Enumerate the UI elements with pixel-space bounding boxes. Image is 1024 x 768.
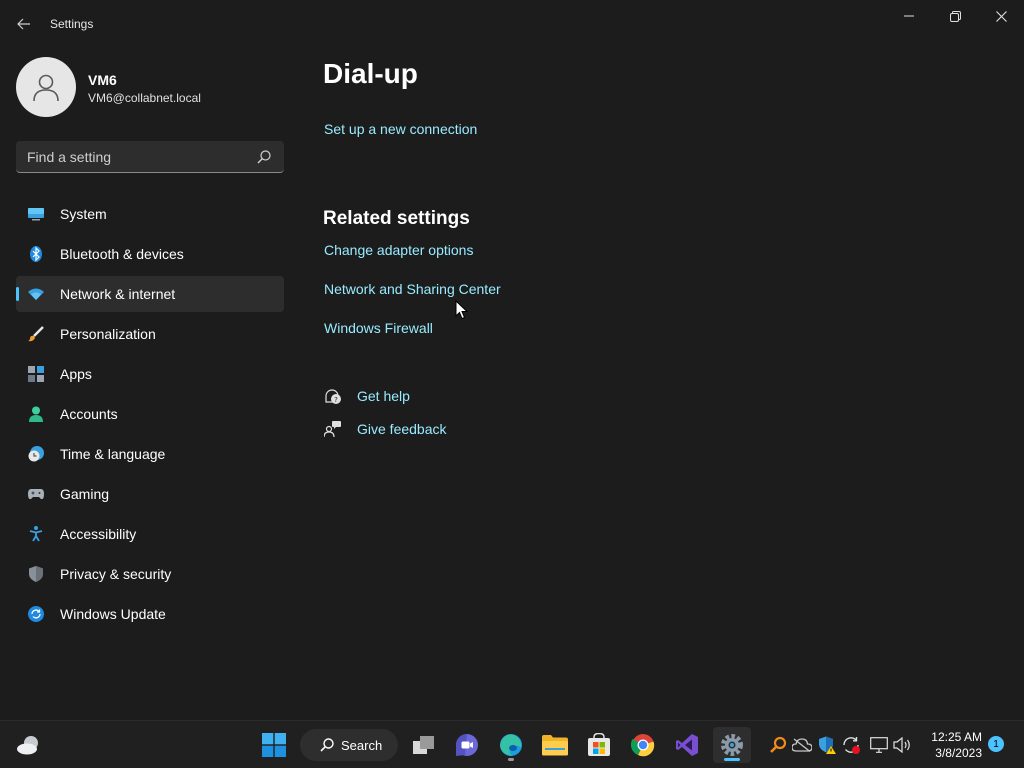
give-feedback-link[interactable]: Give feedback [323, 419, 447, 439]
security-icon [819, 736, 836, 754]
update-icon [28, 606, 44, 622]
minimize-button[interactable] [886, 0, 932, 32]
settings-icon [721, 734, 743, 756]
app-title: Settings [50, 17, 94, 31]
onedrive-tray[interactable] [792, 735, 812, 755]
get-help-link[interactable]: ? Get help [323, 386, 410, 406]
restore-icon [949, 10, 961, 22]
taskbar-search-button[interactable]: Search [300, 729, 398, 761]
mouse-cursor-icon [455, 300, 469, 320]
sync-icon [843, 737, 860, 754]
settings-button[interactable] [713, 727, 751, 763]
weather-widget[interactable] [12, 727, 46, 763]
visual-studio-button[interactable] [669, 727, 705, 763]
teams-chat-icon [456, 734, 478, 756]
volume-tray[interactable] [893, 735, 913, 755]
task-view-icon [413, 736, 434, 754]
sidebar-item-network[interactable]: Network & internet [16, 276, 284, 312]
windows-firewall-link[interactable]: Windows Firewall [324, 320, 433, 336]
restore-button[interactable] [932, 0, 978, 32]
clock-globe-icon [28, 446, 44, 462]
user-icon [33, 74, 59, 102]
help-chat-icon: ? [323, 386, 343, 406]
sidebar-item-system[interactable]: System [16, 196, 284, 232]
accessibility-icon [28, 526, 44, 542]
close-icon [995, 10, 1007, 22]
store-icon [588, 733, 610, 756]
feedback-icon [323, 419, 343, 439]
sidebar-item-gaming[interactable]: Gaming [16, 476, 284, 512]
sync-tray[interactable] [841, 735, 861, 755]
search-icon [320, 738, 334, 752]
bluetooth-icon [28, 246, 44, 262]
sidebar-item-windows-update[interactable]: Windows Update [16, 596, 284, 632]
task-view-button[interactable] [406, 727, 442, 763]
apps-icon [28, 366, 44, 382]
brush-icon [28, 326, 44, 342]
visual-studio-icon [676, 734, 698, 756]
taskbar-search-label: Search [341, 737, 383, 753]
sidebar-item-bluetooth[interactable]: Bluetooth & devices [16, 236, 284, 272]
minimize-icon [904, 15, 914, 17]
taskbar: Search 12:25 AM 3/8/2023 [0, 720, 1024, 768]
user-name: VM6 [88, 72, 117, 88]
search-tool-icon [770, 736, 787, 753]
system-icon [28, 206, 44, 222]
network-tray[interactable] [869, 735, 889, 755]
accounts-icon [28, 406, 44, 422]
network-icon [870, 737, 888, 753]
teams-chat-button[interactable] [449, 727, 485, 763]
search-input[interactable] [27, 148, 247, 165]
file-explorer-icon [542, 735, 568, 756]
page-title: Dial-up [323, 58, 418, 89]
avatar[interactable] [16, 57, 76, 117]
clock-time: 12:25 AM [931, 730, 982, 744]
wifi-icon [28, 286, 44, 302]
sidebar-item-personalization[interactable]: Personalization [16, 316, 284, 352]
network-sharing-center-link[interactable]: Network and Sharing Center [324, 281, 501, 297]
sidebar-item-privacy[interactable]: Privacy & security [16, 556, 284, 592]
chrome-icon [631, 734, 655, 757]
taskbar-clock[interactable]: 12:25 AM 3/8/2023 [922, 729, 982, 761]
edge-icon [500, 734, 522, 756]
search-icon[interactable] [256, 149, 272, 165]
sidebar-item-time-language[interactable]: Time & language [16, 436, 284, 472]
shield-icon [28, 566, 44, 582]
sidebar-item-accessibility[interactable]: Accessibility [16, 516, 284, 552]
sidebar-nav: System Bluetooth & devices Network & int… [16, 196, 284, 636]
search-tool-tray[interactable] [768, 735, 788, 755]
weather-cloud-icon [17, 736, 38, 755]
back-button[interactable] [12, 12, 36, 36]
gamepad-icon [28, 486, 44, 502]
chrome-button[interactable] [625, 727, 661, 763]
start-button[interactable] [256, 727, 292, 763]
user-email: VM6@collabnet.local [88, 91, 201, 105]
change-adapter-options-link[interactable]: Change adapter options [324, 242, 473, 258]
windows-logo-icon [262, 733, 286, 757]
title-bar: Settings [0, 0, 1024, 48]
svg-text:?: ? [334, 396, 338, 404]
sidebar-item-apps[interactable]: Apps [16, 356, 284, 392]
setup-new-connection-link[interactable]: Set up a new connection [324, 121, 477, 137]
security-tray[interactable] [817, 735, 837, 755]
clock-date: 3/8/2023 [935, 746, 982, 760]
store-button[interactable] [581, 727, 617, 763]
volume-icon [893, 737, 910, 753]
file-explorer-button[interactable] [537, 727, 573, 763]
onedrive-icon [792, 738, 812, 752]
sidebar-item-accounts[interactable]: Accounts [16, 396, 284, 432]
related-settings-heading: Related settings [323, 208, 470, 229]
settings-search[interactable] [16, 141, 284, 173]
back-arrow-icon [17, 18, 30, 30]
close-button[interactable] [978, 0, 1024, 32]
edge-button[interactable] [493, 727, 529, 763]
notification-badge[interactable]: 1 [988, 736, 1004, 752]
